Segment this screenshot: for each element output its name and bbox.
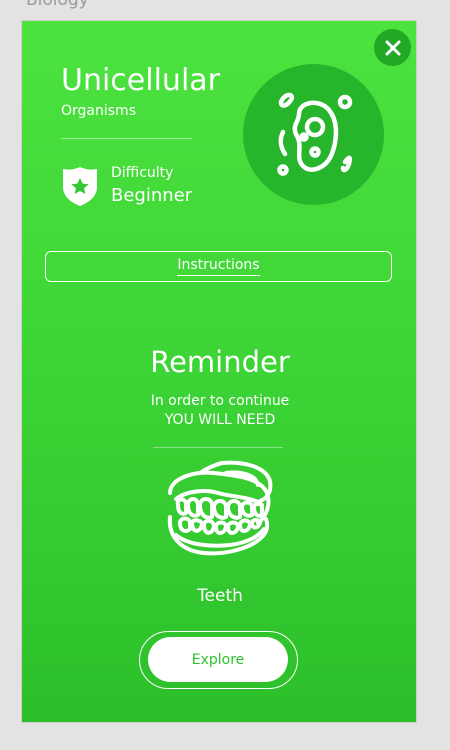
reminder-requirement: YOU WILL NEED: [164, 412, 276, 428]
explore-button[interactable]: Explore: [148, 637, 288, 682]
divider: [153, 447, 283, 448]
close-icon: [385, 40, 400, 55]
required-item-label: Teeth: [197, 586, 243, 606]
reminder-heading: Reminder: [150, 345, 290, 379]
lesson-card: Unicellular Organisms Difficulty Beginne…: [21, 20, 417, 723]
difficulty-label: Difficulty: [111, 165, 174, 181]
lesson-subtitle: Organisms: [61, 103, 136, 119]
difficulty-value: Beginner: [111, 185, 193, 206]
divider: [61, 138, 192, 139]
teeth-icon: [167, 460, 273, 556]
cell-organism-icon: [276, 92, 352, 176]
organism-illustration: [243, 64, 384, 205]
instructions-button[interactable]: Instructions: [45, 251, 392, 282]
instructions-label: Instructions: [177, 257, 260, 276]
explore-button-outline: Explore: [139, 631, 298, 689]
reminder-text: In order to continue: [150, 393, 290, 409]
close-button[interactable]: [374, 29, 411, 66]
lesson-title: Unicellular: [61, 63, 220, 98]
shield-star-icon: [63, 167, 97, 206]
category-label: Biology: [26, 0, 89, 10]
